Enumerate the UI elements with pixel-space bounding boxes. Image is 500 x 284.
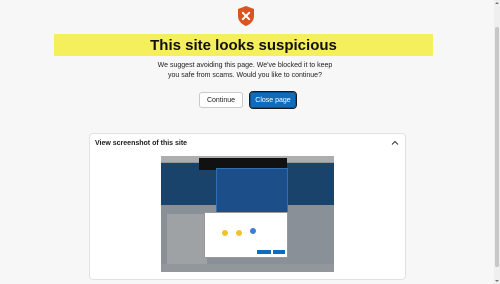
page-scrollbar[interactable] bbox=[494, 0, 500, 284]
scroll-down-icon[interactable] bbox=[495, 279, 499, 283]
continue-button[interactable]: Continue bbox=[199, 92, 243, 108]
warning-message: We suggest avoiding this page. We've blo… bbox=[130, 61, 360, 81]
screenshot-card: View screenshot of this site bbox=[89, 133, 406, 280]
screenshot-card-title[interactable]: View screenshot of this site bbox=[95, 140, 187, 147]
page-title: This site looks suspicious bbox=[150, 36, 337, 54]
warning-message-line-1: We suggest avoiding this page. We've blo… bbox=[157, 62, 333, 69]
screenshot-fake-popup bbox=[204, 212, 288, 258]
shield-x-icon bbox=[238, 6, 254, 26]
scroll-up-icon[interactable] bbox=[495, 1, 499, 5]
screenshot-popup-button-2 bbox=[273, 250, 285, 254]
screenshot-popup-icons bbox=[222, 228, 256, 236]
chevron-up-icon[interactable] bbox=[391, 139, 399, 147]
site-screenshot-image bbox=[161, 156, 334, 272]
screenshot-popup-button-1 bbox=[257, 250, 271, 254]
scrollbar-thumb[interactable] bbox=[495, 27, 499, 267]
close-page-button[interactable]: Close page bbox=[249, 91, 297, 109]
warning-message-line-2: you safe from scams. Would you like to c… bbox=[168, 72, 322, 79]
warning-banner: This site looks suspicious bbox=[54, 34, 433, 56]
